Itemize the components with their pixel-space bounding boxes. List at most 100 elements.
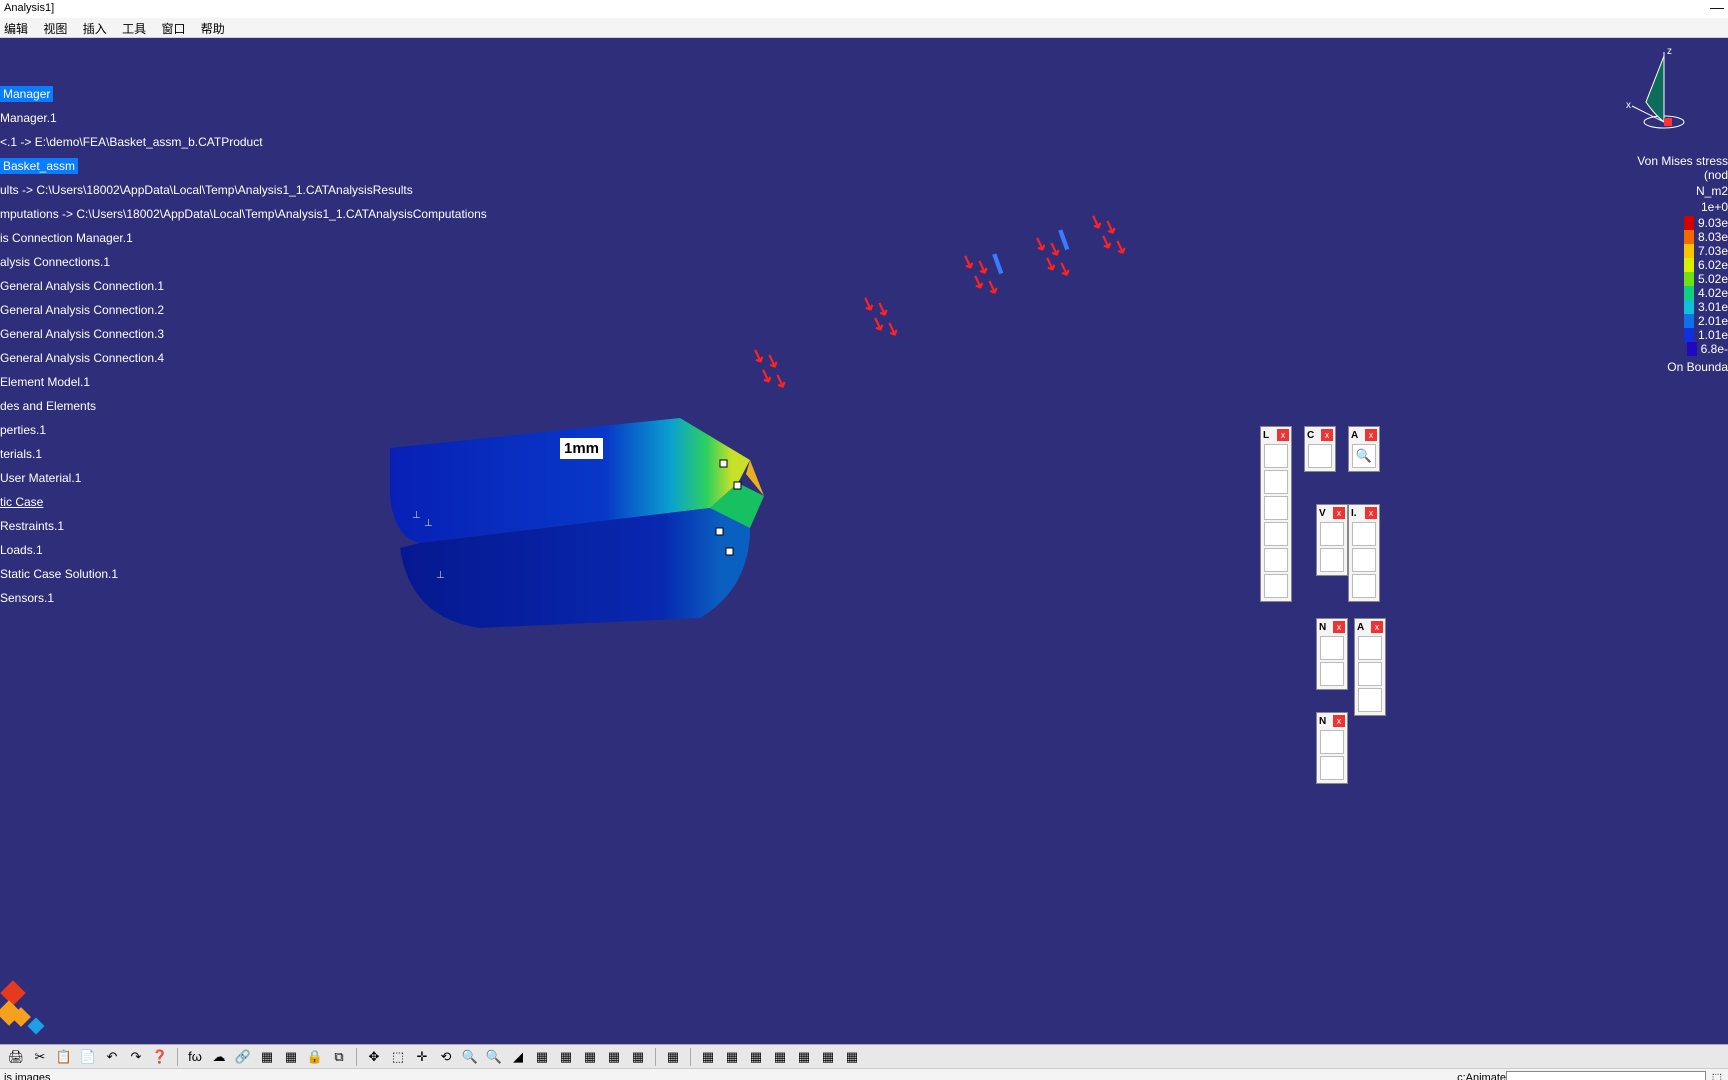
viewport[interactable]: ManagerManager.1<.1 -> E:\demo\FEA\Baske…	[0, 38, 1728, 1044]
tree-item[interactable]: Manager.1	[0, 106, 487, 130]
tool-button[interactable]: ▦	[1320, 756, 1344, 780]
toolbar-button[interactable]: ▦	[746, 1047, 766, 1067]
tool-button[interactable]: ◉	[1352, 548, 1376, 572]
window-title: Analysis1]	[4, 2, 54, 14]
tree-item[interactable]: General Analysis Connection.3	[0, 322, 487, 346]
legend-row: 2.01e	[1613, 314, 1728, 328]
tool-button[interactable]: ⬣	[1320, 522, 1344, 546]
tool-palette[interactable]: Nx▭▦	[1316, 712, 1348, 784]
tool-palette[interactable]: Ax▣▱◫	[1354, 618, 1386, 716]
palette-title: N	[1319, 622, 1326, 633]
tree-item[interactable]: <.1 -> E:\demo\FEA\Basket_assm_b.CATProd…	[0, 130, 487, 154]
toolbar-button[interactable]: ✥	[364, 1047, 384, 1067]
tree-item[interactable]: General Analysis Connection.2	[0, 298, 487, 322]
toolbar-button[interactable]: 📄	[78, 1047, 98, 1067]
toolbar-button[interactable]: 📋	[54, 1047, 74, 1067]
minimize-icon[interactable]: —	[1710, 0, 1724, 14]
toolbar-button[interactable]: ⬚	[388, 1047, 408, 1067]
tool-palette[interactable]: I. x ◈◉▱	[1348, 504, 1380, 602]
legend-row: 1.01e	[1613, 328, 1728, 342]
toolbar-button[interactable]: ▦	[770, 1047, 790, 1067]
toolbar-button[interactable]: ⟲	[436, 1047, 456, 1067]
menu-edit[interactable]: 编辑	[4, 22, 28, 36]
tool-button[interactable]: ▱	[1352, 574, 1376, 598]
tool-palette[interactable]: Ax🔍	[1348, 426, 1380, 472]
toolbar-button[interactable]: ▦	[663, 1047, 683, 1067]
toolbar-button[interactable]: ▦	[604, 1047, 624, 1067]
tree-item[interactable]: alysis Connections.1	[0, 250, 487, 274]
tool-button[interactable]: ▦	[1264, 548, 1288, 572]
tool-button[interactable]: ◳	[1264, 574, 1288, 598]
tool-button[interactable]: ◎	[1264, 444, 1288, 468]
toolbar-button[interactable]: fω	[185, 1047, 205, 1067]
tree-item[interactable]: is Connection Manager.1	[0, 226, 487, 250]
tool-button[interactable]: ◐	[1264, 496, 1288, 520]
close-icon[interactable]: x	[1321, 429, 1333, 441]
toolbar-button[interactable]: 🔒	[305, 1047, 325, 1067]
toolbar-button[interactable]: ◢	[508, 1047, 528, 1067]
menu-view[interactable]: 视图	[43, 22, 67, 36]
toolbar-button[interactable]: ☁	[209, 1047, 229, 1067]
menu-help[interactable]: 帮助	[201, 22, 225, 36]
tree-item[interactable]: Basket_assm	[0, 154, 487, 178]
tool-palette[interactable]: Lx◎≋◐▤▦◳	[1260, 426, 1292, 602]
toolbar-button[interactable]: ▦	[722, 1047, 742, 1067]
tool-button[interactable]: ▦	[1308, 444, 1332, 468]
tool-palette[interactable]: Nx ↔▷	[1316, 618, 1348, 690]
toolbar-button[interactable]: 🔍	[484, 1047, 504, 1067]
close-icon[interactable]: x	[1365, 507, 1377, 519]
tool-button[interactable]: ↔	[1320, 636, 1344, 660]
toolbar-button[interactable]: ❓	[150, 1047, 170, 1067]
tool-button[interactable]: ▤	[1264, 522, 1288, 546]
close-icon[interactable]: x	[1333, 507, 1345, 519]
tree-item[interactable]: General Analysis Connection.4	[0, 346, 487, 370]
toolbar-button[interactable]: 🔗	[233, 1047, 253, 1067]
tool-button[interactable]: ▭	[1320, 730, 1344, 754]
command-input[interactable]	[1506, 1071, 1706, 1080]
menu-window[interactable]: 窗口	[161, 22, 185, 36]
tool-button[interactable]: ▷	[1320, 662, 1344, 686]
tool-button[interactable]: ≋	[1264, 470, 1288, 494]
tool-button[interactable]: ▱	[1358, 662, 1382, 686]
tool-button[interactable]: ◫	[1358, 688, 1382, 712]
toolbar-button[interactable]: 🖨	[6, 1047, 26, 1067]
toolbar-button[interactable]: ✛	[412, 1047, 432, 1067]
close-icon[interactable]: x	[1365, 429, 1377, 441]
toolbar-button[interactable]: ▦	[794, 1047, 814, 1067]
tool-button[interactable]: 🔍	[1352, 444, 1376, 468]
toolbar-button[interactable]: ▦	[532, 1047, 552, 1067]
toolbar-button[interactable]: ▦	[556, 1047, 576, 1067]
bottom-toolbar: 🖨✂📋📄↶↷❓fω☁🔗▦▦🔒⧉✥⬚✛⟲🔍🔍◢▦▦▦▦▦▦▦▦▦▦▦▦▦	[0, 1044, 1728, 1068]
close-icon[interactable]: x	[1277, 429, 1289, 441]
toolbar-button[interactable]: ▦	[281, 1047, 301, 1067]
menu-tools[interactable]: 工具	[122, 22, 146, 36]
toolbar-button[interactable]: ⧉	[329, 1047, 349, 1067]
close-icon[interactable]: x	[1333, 715, 1345, 727]
tree-item[interactable]: ults -> C:\Users\18002\AppData\Local\Tem…	[0, 178, 487, 202]
toolbar-button[interactable]: ↶	[102, 1047, 122, 1067]
tree-item[interactable]: Manager	[0, 82, 487, 106]
legend-row: 5.02e	[1613, 272, 1728, 286]
toolbar-button[interactable]: ↷	[126, 1047, 146, 1067]
tool-palette[interactable]: Cx▦	[1304, 426, 1336, 472]
palette-title: I.	[1351, 508, 1357, 519]
toolbar-button[interactable]: ▦	[257, 1047, 277, 1067]
tree-item[interactable]: mputations -> C:\Users\18002\AppData\Loc…	[0, 202, 487, 226]
tool-button[interactable]: ◈	[1352, 522, 1376, 546]
menu-insert[interactable]: 插入	[83, 22, 107, 36]
toolbar-button[interactable]: ▦	[698, 1047, 718, 1067]
toolbar-button[interactable]: ▦	[818, 1047, 838, 1067]
toolbar-button[interactable]: ▦	[842, 1047, 862, 1067]
tree-item[interactable]: General Analysis Connection.1	[0, 274, 487, 298]
toolbar-button[interactable]: ▦	[580, 1047, 600, 1067]
tool-button[interactable]: ▣	[1358, 636, 1382, 660]
close-icon[interactable]: x	[1371, 621, 1383, 633]
tool-button[interactable]: ◢	[1320, 548, 1344, 572]
toolbar-button[interactable]: ▦	[628, 1047, 648, 1067]
compass-widget[interactable]: z x	[1624, 44, 1704, 134]
tool-palette[interactable]: Vx⬣◢	[1316, 504, 1348, 576]
fea-model[interactable]: ⊥ ⊥ ⊥	[370, 388, 770, 638]
close-icon[interactable]: x	[1333, 621, 1345, 633]
toolbar-button[interactable]: 🔍	[460, 1047, 480, 1067]
toolbar-button[interactable]: ✂	[30, 1047, 50, 1067]
